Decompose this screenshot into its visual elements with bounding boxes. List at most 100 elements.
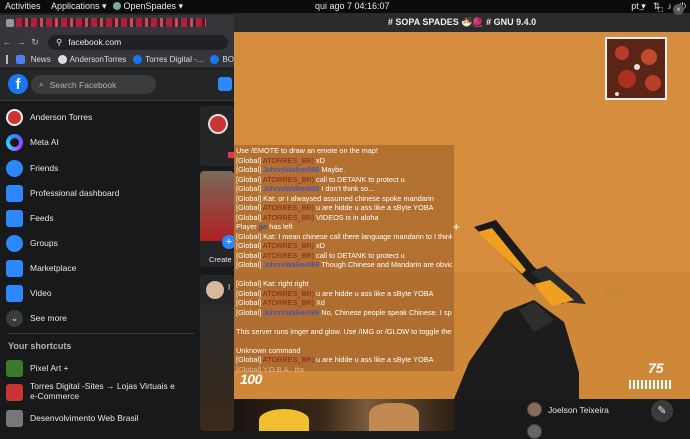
sidebar-item-friends[interactable]: Friends [6, 157, 58, 179]
sidebar-item-groups[interactable]: Groups [6, 232, 58, 254]
maximize-icon[interactable]: □ [655, 4, 666, 15]
chat-player-name: ATORRES_BR) [262, 155, 315, 165]
chat-line: [Global] ATORRES_BR) call to DETANK to p… [236, 175, 452, 185]
chat-prefix: [Global] [236, 298, 263, 307]
chat-message: xD [314, 155, 325, 165]
health-counter: 100 [240, 371, 262, 387]
volume-icon[interactable]: ♪ [667, 1, 672, 12]
chat-player-name: ATORRES_BR) [262, 298, 315, 307]
chat-message: VIDEOS is in aloha [314, 212, 379, 222]
compose-icon: ✎ [657, 405, 667, 417]
new-message-button[interactable]: ✎ [651, 400, 673, 422]
back-icon[interactable]: ← [0, 37, 14, 47]
story-photo [200, 171, 234, 241]
chat-message: No, Chinese people speak Chinese. I spea… [321, 307, 452, 317]
group-avatar-icon [6, 359, 23, 377]
game-window-titlebar[interactable]: # SOPA SPADES 🍜🧶 # GNU 9.4.0 [234, 13, 690, 32]
chat-line: [Global] ATORRES_BR) Xd [236, 298, 452, 308]
chat-line: [Global] ATORRES_BR) VIDEOS is in aloha [236, 213, 452, 223]
group-avatar-icon [6, 409, 23, 427]
feeds-icon [6, 209, 23, 227]
chat-line [236, 336, 452, 346]
meta-ai-icon [6, 133, 23, 151]
sidebar-item-meta-ai[interactable]: Meta AI [6, 131, 59, 153]
chat-line: This server runs imger and glow. Use /IM… [236, 327, 452, 337]
shortcut-torres-digital[interactable]: Torres Digital -Sites → Lojas Virtuais e… [6, 381, 175, 409]
url-text: facebook.com [68, 37, 122, 47]
sidebar-item-video[interactable]: Video [6, 282, 52, 304]
sidebar-item-see-more[interactable]: ⌄ See more [6, 307, 67, 329]
bookmark-torres-digital[interactable]: Torres Digital -... [133, 55, 203, 64]
chat-prefix: [Global] Kat: [236, 231, 279, 241]
search-placeholder: Search Facebook [49, 79, 117, 90]
create-story-card[interactable]: + Create s [200, 171, 234, 267]
sidebar-item-marketplace[interactable]: Marketplace [6, 257, 76, 279]
news-feed: + Create s I [198, 101, 234, 431]
chat-prefix: [Global] [236, 307, 264, 317]
chat-line: [Global] Y.O.B.A.. thx [236, 365, 452, 375]
active-app-menu[interactable]: OpenSpades ▾ [113, 1, 183, 12]
bookmark-news[interactable]: News [15, 55, 51, 64]
contact-item[interactable]: Joelson Teixeira [527, 402, 609, 417]
search-input[interactable]: ⌕ Search Facebook [31, 75, 156, 94]
news-icon [15, 55, 25, 64]
sidebar-item-feeds[interactable]: Feeds [6, 207, 54, 229]
minimize-icon[interactable]: – [636, 4, 647, 15]
add-story-icon[interactable]: + [222, 235, 234, 249]
post-author[interactable]: I [228, 283, 230, 292]
chat-message: call to DETANK to protect u [314, 250, 405, 260]
active-app-label: OpenSpades ▾ [123, 1, 184, 11]
url-input[interactable]: ⚲ facebook.com [48, 34, 228, 50]
bookmark-bo[interactable]: BO [210, 55, 234, 64]
bookmark-github[interactable]: AndersonTorres [57, 55, 126, 64]
home-tab[interactable] [218, 77, 232, 91]
chat-line: [Global] ATORRES_BR) u are hidde u ass l… [236, 355, 452, 365]
friends-icon [6, 159, 23, 177]
address-bar-row: ← → ↻ ⚲ facebook.com [0, 32, 234, 52]
groups-icon [6, 234, 23, 252]
chat-line [236, 317, 452, 327]
page-avatar-icon [6, 384, 23, 401]
chat-line: [Global] JohnniWalker888 Maybe. [236, 165, 452, 175]
divider [8, 333, 194, 334]
chat-prefix: [Global] [236, 260, 264, 269]
ammo-clip-indicator [629, 380, 671, 389]
facebook-logo[interactable]: f [8, 74, 28, 94]
site-info-icon[interactable]: ⚲ [56, 37, 62, 48]
sidebar-item-dashboard[interactable]: Professional dashboard [6, 182, 119, 204]
avatar [527, 424, 542, 439]
shortcuts-title: Your shortcuts [8, 341, 72, 351]
left-sidebar: Anderson Torres Meta AI Friends Professi… [0, 101, 198, 431]
shortcut-desenvolvimento-web[interactable]: Desenvolvimento Web Brasil [6, 407, 139, 429]
reload-icon[interactable]: ↻ [28, 37, 42, 48]
applications-menu[interactable]: Applications ▾ [51, 1, 107, 12]
clock[interactable]: qui ago 7 04:16:07 [315, 1, 390, 11]
activities-button[interactable]: Activities [5, 1, 41, 11]
minimap [605, 37, 667, 100]
chat-line: [Global] JohnniWalker888 No, Chinese peo… [236, 308, 452, 318]
chat-line: [Global] ATORRES_BR) u are hidde u ass l… [236, 289, 452, 299]
composer-card[interactable] [200, 106, 234, 166]
chat-log: Use /EMOTE to draw an emote on the map! [… [234, 145, 454, 374]
chat-player-name: ATORRES_BR) [262, 212, 315, 222]
sidebar-item-profile[interactable]: Anderson Torres [6, 106, 92, 128]
chat-prefix: [Global] Kat: [236, 193, 279, 203]
contact-item[interactable] [527, 424, 542, 439]
avatar [527, 402, 542, 417]
chat-line: Unknown command [236, 346, 452, 356]
post-image-strip [234, 399, 455, 431]
apps-grid-icon[interactable] [6, 55, 9, 64]
game-viewport[interactable]: + Use /EMOTE to draw an emote on the map… [234, 32, 690, 399]
forward-icon[interactable]: → [14, 37, 28, 47]
chat-line: [Global] Kat: right right [236, 279, 452, 289]
chat-message: Use /EMOTE to draw an emote on the map! [236, 146, 378, 155]
shortcut-pixel-art[interactable]: Pixel Art + [6, 357, 69, 379]
chat-player-name: JohnniWalker888 [263, 260, 320, 269]
chat-player-name: ATORRES_BR) [262, 174, 315, 184]
create-story-label: Create s [209, 255, 234, 264]
chat-player-name: JohnniWalker888 [263, 184, 320, 193]
chat-prefix: [Global] [236, 212, 263, 222]
chat-message: right right [278, 279, 309, 288]
close-icon[interactable]: × [673, 4, 684, 15]
browser-tab[interactable] [0, 15, 234, 32]
